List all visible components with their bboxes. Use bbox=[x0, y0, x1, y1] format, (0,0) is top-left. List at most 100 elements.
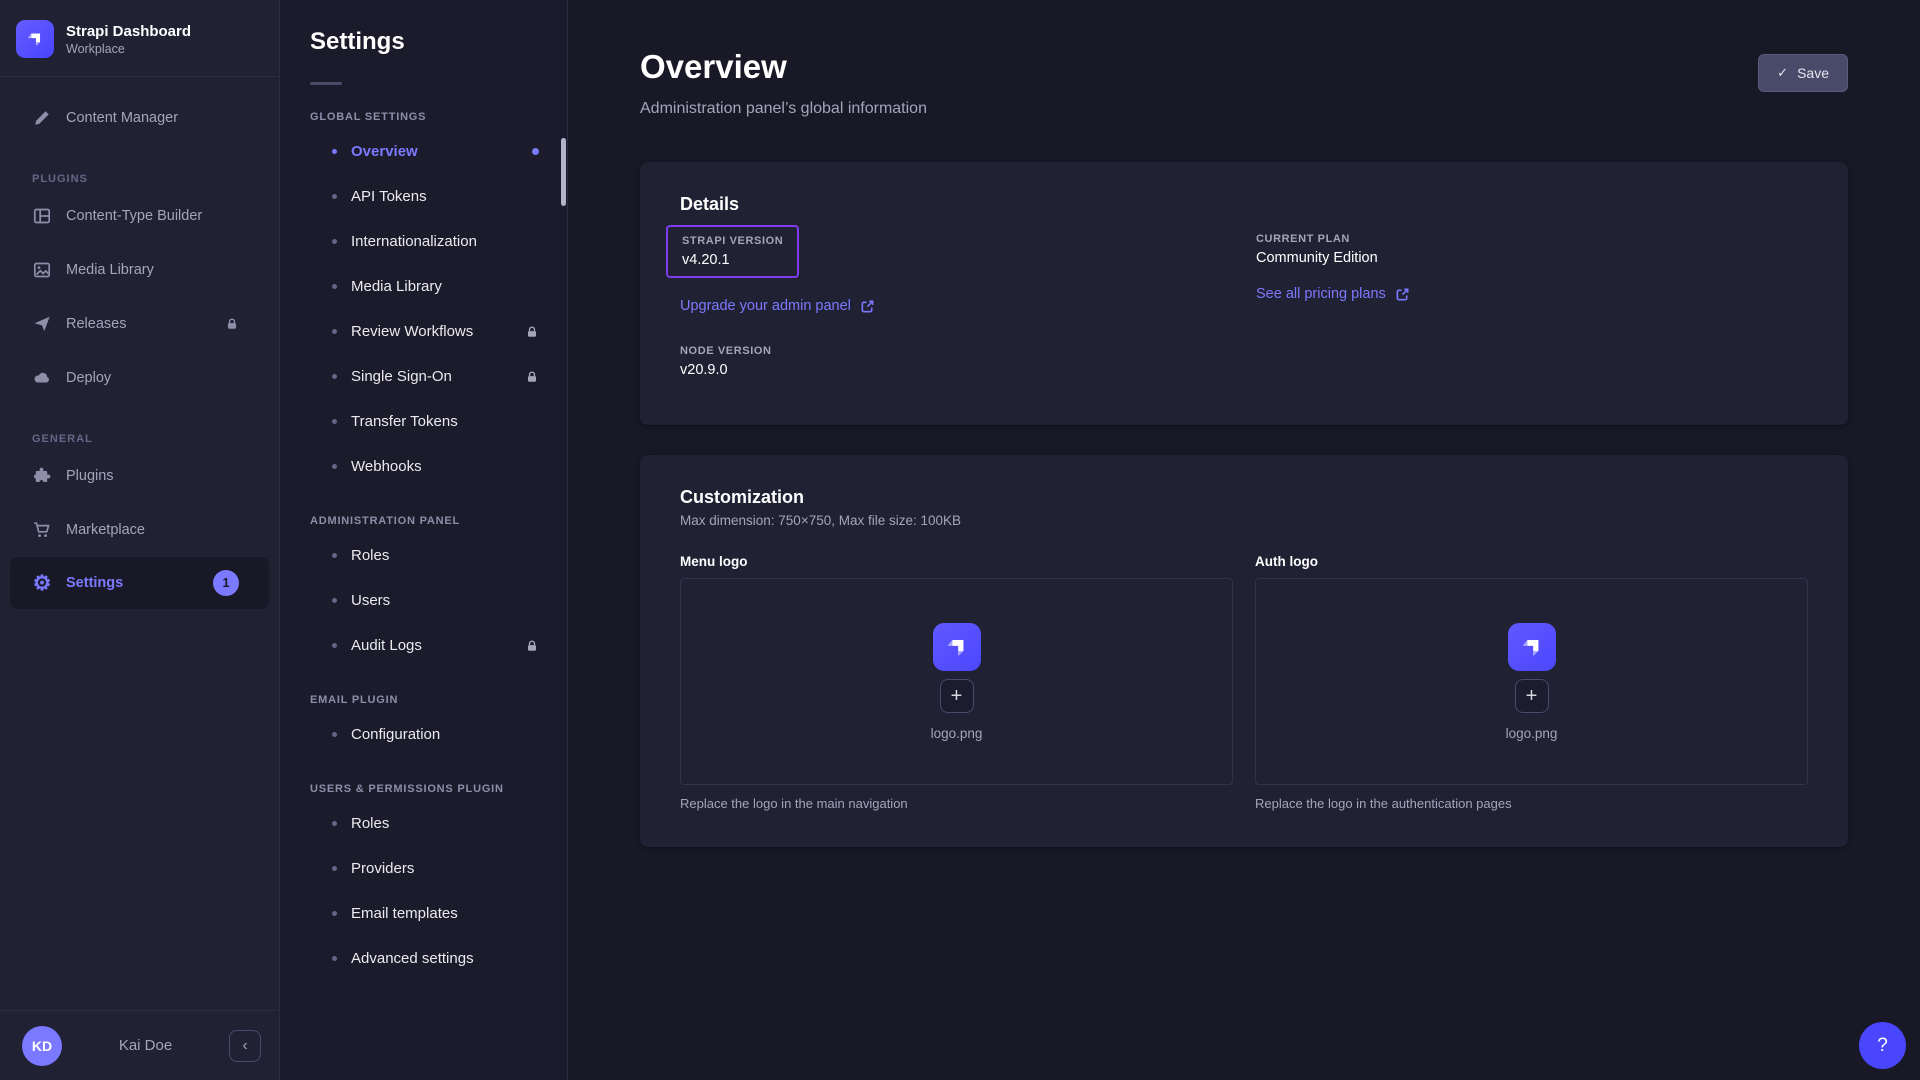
sidebar-item-marketplace[interactable]: Marketplace bbox=[0, 503, 279, 557]
menu-logo-label: Menu logo bbox=[680, 554, 1233, 569]
subnav-item-advanced-settings[interactable]: Advanced settings bbox=[280, 936, 567, 981]
lock-icon bbox=[525, 325, 539, 339]
lock-icon bbox=[525, 639, 539, 653]
subnav-section-global-settings: GLOBAL SETTINGS bbox=[280, 111, 567, 123]
lock-icon bbox=[225, 317, 239, 331]
help-button[interactable]: ? bbox=[1859, 1022, 1906, 1069]
customization-constraints: Max dimension: 750×750, Max file size: 1… bbox=[680, 513, 1808, 528]
pricing-plans-link[interactable]: See all pricing plans bbox=[1256, 286, 1410, 302]
settings-notification-badge: 1 bbox=[213, 570, 239, 596]
sidebar-item-label: Marketplace bbox=[66, 522, 145, 538]
subnav-item-review-workflows[interactable]: Review Workflows bbox=[280, 309, 567, 354]
subnav-item-audit-logs[interactable]: Audit Logs bbox=[280, 623, 567, 668]
subnav-item-media-library[interactable]: Media Library bbox=[280, 264, 567, 309]
workspace-brand[interactable]: Strapi Dashboard Workplace bbox=[0, 0, 279, 76]
subnav-item-configuration[interactable]: Configuration bbox=[280, 712, 567, 757]
subnav-item-transfer-tokens[interactable]: Transfer Tokens bbox=[280, 399, 567, 444]
sidebar-item-releases[interactable]: Releases bbox=[0, 297, 279, 351]
gear-icon: ⚙ bbox=[32, 573, 52, 593]
divider bbox=[310, 82, 342, 85]
bullet-icon bbox=[332, 732, 337, 737]
sidebar-item-settings[interactable]: ⚙ Settings 1 bbox=[10, 557, 269, 609]
sidebar-item-deploy[interactable]: Deploy bbox=[0, 351, 279, 405]
subnav-item-internationalization[interactable]: Internationalization bbox=[280, 219, 567, 264]
subnav-item-webhooks[interactable]: Webhooks bbox=[280, 444, 567, 489]
strapi-version-label: STRAPI VERSION bbox=[682, 235, 783, 247]
page-subtitle: Administration panel’s global informatio… bbox=[640, 100, 927, 118]
sidebar-item-label: Releases bbox=[66, 316, 126, 332]
sidebar-item-media-library[interactable]: Media Library bbox=[0, 243, 279, 297]
sidebar-item-label: Content Manager bbox=[66, 110, 178, 126]
subnav-item-overview[interactable]: Overview bbox=[280, 129, 567, 174]
releases-icon bbox=[32, 314, 52, 334]
bullet-icon bbox=[332, 419, 337, 424]
sidebar-item-label: Settings bbox=[66, 575, 123, 591]
content-manager-icon bbox=[32, 108, 52, 128]
auth-logo-label: Auth logo bbox=[1255, 554, 1808, 569]
subnav-item-email-templates[interactable]: Email templates bbox=[280, 891, 567, 936]
sidebar-item-label: Deploy bbox=[66, 370, 111, 386]
subnav-title: Settings bbox=[280, 28, 567, 56]
sidebar-item-plugins[interactable]: Plugins bbox=[0, 449, 279, 503]
puzzle-icon bbox=[32, 466, 52, 486]
current-plan-field: CURRENT PLAN Community Edition bbox=[1256, 233, 1808, 266]
auth-logo-filename: logo.png bbox=[1506, 726, 1558, 741]
upgrade-admin-panel-link[interactable]: Upgrade your admin panel bbox=[680, 298, 875, 314]
bullet-icon bbox=[332, 598, 337, 603]
menu-logo-upload-area[interactable]: + logo.png bbox=[680, 578, 1233, 785]
save-button[interactable]: ✓ Save bbox=[1758, 54, 1848, 92]
active-notification-dot bbox=[532, 148, 539, 155]
customization-card: Customization Max dimension: 750×750, Ma… bbox=[640, 455, 1848, 847]
main-content: Overview Administration panel’s global i… bbox=[568, 0, 1920, 1080]
bullet-icon bbox=[332, 239, 337, 244]
subnav-item-users[interactable]: Users bbox=[280, 578, 567, 623]
strapi-logo-icon bbox=[16, 20, 54, 58]
workspace-subtitle: Workplace bbox=[66, 42, 191, 56]
media-library-icon bbox=[32, 260, 52, 280]
check-icon: ✓ bbox=[1777, 65, 1788, 81]
subnav-scrollbar-thumb[interactable] bbox=[561, 138, 566, 206]
customization-title: Customization bbox=[680, 487, 1808, 508]
current-plan-label: CURRENT PLAN bbox=[1256, 233, 1808, 245]
workspace-title: Strapi Dashboard bbox=[66, 23, 191, 40]
menu-logo-filename: logo.png bbox=[931, 726, 983, 741]
chevron-left-icon: ‹ bbox=[242, 1037, 247, 1055]
sidebar-item-label: Content-Type Builder bbox=[66, 208, 202, 224]
menu-logo-caption: Replace the logo in the main navigation bbox=[680, 796, 1233, 811]
bullet-icon bbox=[332, 374, 337, 379]
subnav-section-administration-panel: ADMINISTRATION PANEL bbox=[280, 515, 567, 527]
subnav-item-admin-roles[interactable]: Roles bbox=[280, 533, 567, 578]
page-title: Overview bbox=[640, 48, 927, 86]
add-menu-logo-button[interactable]: + bbox=[940, 679, 974, 713]
external-link-icon bbox=[1395, 287, 1410, 302]
content-type-builder-icon bbox=[32, 206, 52, 226]
bullet-icon bbox=[332, 553, 337, 558]
subnav-item-single-sign-on[interactable]: Single Sign-On bbox=[280, 354, 567, 399]
sidebar-collapse-button[interactable]: ‹ bbox=[229, 1030, 261, 1062]
subnav-item-api-tokens[interactable]: API Tokens bbox=[280, 174, 567, 219]
auth-logo-caption: Replace the logo in the authentication p… bbox=[1255, 796, 1808, 811]
strapi-version-value: v4.20.1 bbox=[682, 252, 783, 268]
lock-icon bbox=[525, 370, 539, 384]
question-mark-icon: ? bbox=[1877, 1035, 1888, 1056]
strapi-version-field: STRAPI VERSION v4.20.1 bbox=[666, 225, 799, 278]
user-name: Kai Doe bbox=[74, 1037, 217, 1054]
bullet-icon bbox=[332, 149, 337, 154]
subnav-item-providers[interactable]: Providers bbox=[280, 846, 567, 891]
add-auth-logo-button[interactable]: + bbox=[1515, 679, 1549, 713]
bullet-icon bbox=[332, 911, 337, 916]
auth-logo-upload-area[interactable]: + logo.png bbox=[1255, 578, 1808, 785]
main-sidebar: Strapi Dashboard Workplace Content Manag… bbox=[0, 0, 280, 1080]
user-avatar[interactable]: KD bbox=[22, 1026, 62, 1066]
sidebar-item-label: Plugins bbox=[66, 468, 114, 484]
bullet-icon bbox=[332, 866, 337, 871]
sidebar-item-content-manager[interactable]: Content Manager bbox=[0, 91, 279, 145]
node-version-value: v20.9.0 bbox=[680, 362, 1256, 378]
bullet-icon bbox=[332, 821, 337, 826]
sidebar-item-content-type-builder[interactable]: Content-Type Builder bbox=[0, 189, 279, 243]
sidebar-section-plugins: PLUGINS bbox=[0, 173, 279, 185]
sidebar-item-label: Media Library bbox=[66, 262, 154, 278]
bullet-icon bbox=[332, 956, 337, 961]
subnav-item-up-roles[interactable]: Roles bbox=[280, 801, 567, 846]
bullet-icon bbox=[332, 643, 337, 648]
